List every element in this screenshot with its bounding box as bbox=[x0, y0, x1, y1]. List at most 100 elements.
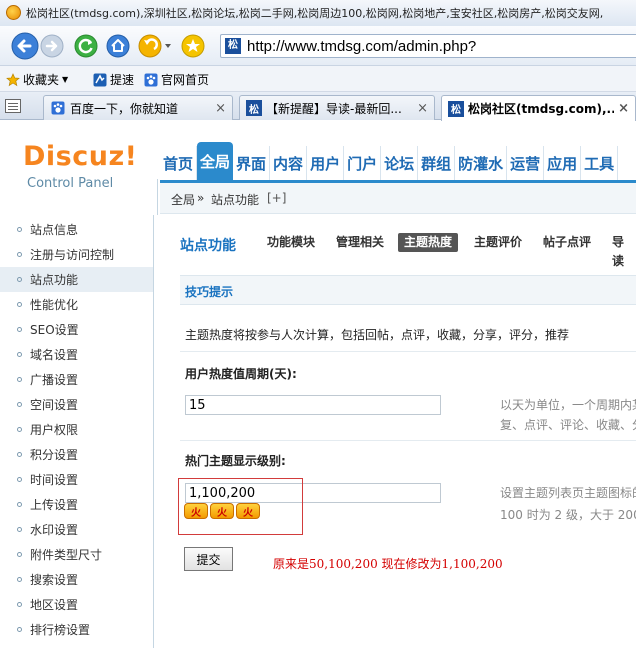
sidebar-item-label: 域名设置 bbox=[30, 348, 79, 362]
star-icon bbox=[6, 72, 20, 87]
page-title: 站点功能 bbox=[180, 238, 236, 254]
sidebar-item-seo[interactable]: SEO设置 bbox=[0, 317, 153, 342]
bookmark-label: 收藏夹 bbox=[23, 73, 60, 87]
breadcrumb-root[interactable]: 全局 bbox=[171, 191, 195, 208]
window-titlebar: 松岗社区(tmdsg.com),深圳社区,松岗论坛,松岗二手网,松岗周边100,… bbox=[0, 0, 636, 26]
subtab-thread-rating[interactable]: 主题评价 bbox=[468, 233, 528, 252]
sidebar-item-label: SEO设置 bbox=[30, 323, 79, 337]
sidebar-item-attachment-types[interactable]: 附件类型尺寸 bbox=[0, 542, 153, 567]
add-shortcut-button[interactable]: [+] bbox=[267, 191, 286, 205]
close-icon[interactable]: × bbox=[618, 101, 629, 116]
bookmark-label: 提速 bbox=[110, 73, 135, 87]
speed-icon bbox=[93, 73, 107, 87]
sidebar-item-upload[interactable]: 上传设置 bbox=[0, 492, 153, 517]
forward-arrow-icon bbox=[40, 34, 64, 58]
forward-button[interactable] bbox=[40, 34, 64, 58]
sidebar-item-search[interactable]: 搜索设置 bbox=[0, 567, 153, 592]
bullet-icon bbox=[17, 277, 22, 282]
tab-label: 【新提醒】导读-最新回... bbox=[266, 101, 402, 116]
tab-tmdsg-admin[interactable]: 松 松岗社区(tmdsg.com),... × bbox=[441, 95, 636, 121]
home-button[interactable] bbox=[105, 33, 131, 59]
address-bar[interactable]: 松 http://www.tmdsg.com/admin.php? bbox=[220, 34, 636, 58]
bullet-icon bbox=[17, 302, 22, 307]
home-icon bbox=[106, 34, 130, 58]
undo-close-tab-button[interactable] bbox=[138, 33, 174, 59]
sidebar-item-user-permissions[interactable]: 用户权限 bbox=[0, 417, 153, 442]
sidebar-item-site-info[interactable]: 站点信息 bbox=[0, 217, 153, 242]
bullet-icon bbox=[17, 477, 22, 482]
discuz-logo[interactable]: Discuz! bbox=[23, 141, 138, 172]
bookmark-homepage[interactable]: 官网首页 bbox=[144, 71, 209, 88]
heat-period-label: 用户热度值周期(天): bbox=[185, 367, 297, 381]
sidebar-item-site-features[interactable]: 站点功能 bbox=[0, 267, 153, 292]
site-icon: 松 bbox=[246, 100, 262, 116]
url-text[interactable]: http://www.tmdsg.com/admin.php? bbox=[247, 38, 476, 55]
bullet-icon bbox=[17, 627, 22, 632]
nav-operations[interactable]: 运营 bbox=[507, 146, 545, 180]
subtab-guide[interactable]: 导读 bbox=[606, 233, 636, 268]
sidebar-item-watermark[interactable]: 水印设置 bbox=[0, 517, 153, 542]
heat-period-input[interactable] bbox=[185, 395, 441, 415]
subtab-thread-heat[interactable]: 主题热度 bbox=[398, 233, 459, 252]
bullet-icon bbox=[17, 602, 22, 607]
sidebar-item-label: 积分设置 bbox=[30, 448, 79, 462]
nav-global[interactable]: 全局 bbox=[197, 142, 234, 180]
nav-tools[interactable]: 工具 bbox=[581, 146, 619, 180]
tab-new-reminder[interactable]: 松 【新提醒】导读-最新回... × bbox=[239, 95, 435, 120]
bullet-icon bbox=[17, 552, 22, 557]
sidebar-item-ranking[interactable]: 排行榜设置 bbox=[0, 617, 153, 642]
nav-antispam[interactable]: 防灌水 bbox=[455, 146, 508, 180]
sidebar-item-region[interactable]: 地区设置 bbox=[0, 592, 153, 617]
subtab-post-comments[interactable]: 帖子点评 bbox=[537, 233, 597, 252]
bullet-icon bbox=[17, 327, 22, 332]
nav-content[interactable]: 内容 bbox=[270, 146, 308, 180]
submit-button[interactable]: 提交 bbox=[184, 547, 233, 571]
back-button[interactable] bbox=[11, 32, 39, 60]
sidebar-item-label: 性能优化 bbox=[30, 298, 79, 312]
tips-title: 技巧提示 bbox=[185, 285, 234, 299]
nav-forum[interactable]: 论坛 bbox=[381, 146, 419, 180]
bullet-icon bbox=[17, 402, 22, 407]
refresh-button[interactable] bbox=[73, 33, 99, 59]
bookmark-label: 官网首页 bbox=[161, 73, 210, 87]
sidebar-item-performance[interactable]: 性能优化 bbox=[0, 292, 153, 317]
sidebar-item-space[interactable]: 空间设置 bbox=[0, 392, 153, 417]
discuz-admin-panel: Discuz! Control Panel 首页 全局 界面 内容 用户 门户 … bbox=[0, 121, 636, 648]
nav-users[interactable]: 用户 bbox=[307, 146, 345, 180]
sidebar-item-label: 附件类型尺寸 bbox=[30, 548, 103, 562]
subtab-management[interactable]: 管理相关 bbox=[330, 233, 390, 252]
site-icon: 松 bbox=[448, 100, 464, 117]
bookmark-favorites[interactable]: 收藏夹 ▼ bbox=[6, 71, 68, 88]
sidebar-item-register-access[interactable]: 注册与访问控制 bbox=[0, 242, 153, 267]
divider bbox=[180, 440, 636, 441]
nav-apps[interactable]: 应用 bbox=[544, 146, 582, 180]
sidebar-item-credits[interactable]: 积分设置 bbox=[0, 442, 153, 467]
sidebar-item-label: 广播设置 bbox=[30, 373, 79, 387]
tips-header: 技巧提示 bbox=[180, 275, 636, 305]
paw-icon bbox=[144, 73, 158, 87]
sidebar-item-label: 站点功能 bbox=[30, 273, 79, 287]
sidebar-item-broadcast[interactable]: 广播设置 bbox=[0, 367, 153, 392]
sidebar-item-time[interactable]: 时间设置 bbox=[0, 467, 153, 492]
favorite-button[interactable] bbox=[180, 33, 206, 59]
subtab-modules[interactable]: 功能模块 bbox=[261, 233, 321, 252]
sidebar-item-label: 时间设置 bbox=[30, 473, 79, 487]
close-icon[interactable]: × bbox=[417, 101, 428, 116]
undo-icon bbox=[138, 34, 171, 58]
nav-interface[interactable]: 界面 bbox=[233, 146, 271, 180]
tab-list-icon[interactable] bbox=[5, 99, 21, 113]
sidebar-header bbox=[0, 179, 158, 215]
tab-baidu[interactable]: 百度一下，你就知道 × bbox=[43, 95, 233, 120]
sidebar: 站点信息 注册与访问控制 站点功能 性能优化 SEO设置 域名设置 广播设置 空… bbox=[0, 215, 154, 648]
breadcrumb-separator: » bbox=[197, 191, 205, 205]
nav-groups[interactable]: 群组 bbox=[418, 146, 456, 180]
nav-home[interactable]: 首页 bbox=[160, 146, 198, 180]
sidebar-item-domain[interactable]: 域名设置 bbox=[0, 342, 153, 367]
heat-period-hint-2: 复、点评、评论、收藏、分 bbox=[500, 418, 636, 432]
close-icon[interactable]: × bbox=[215, 101, 226, 116]
back-arrow-icon bbox=[11, 32, 39, 60]
bookmark-speed[interactable]: 提速 bbox=[93, 71, 134, 88]
sidebar-item-label: 水印设置 bbox=[30, 523, 79, 537]
paw-icon bbox=[50, 100, 66, 116]
nav-portal[interactable]: 门户 bbox=[344, 146, 382, 180]
